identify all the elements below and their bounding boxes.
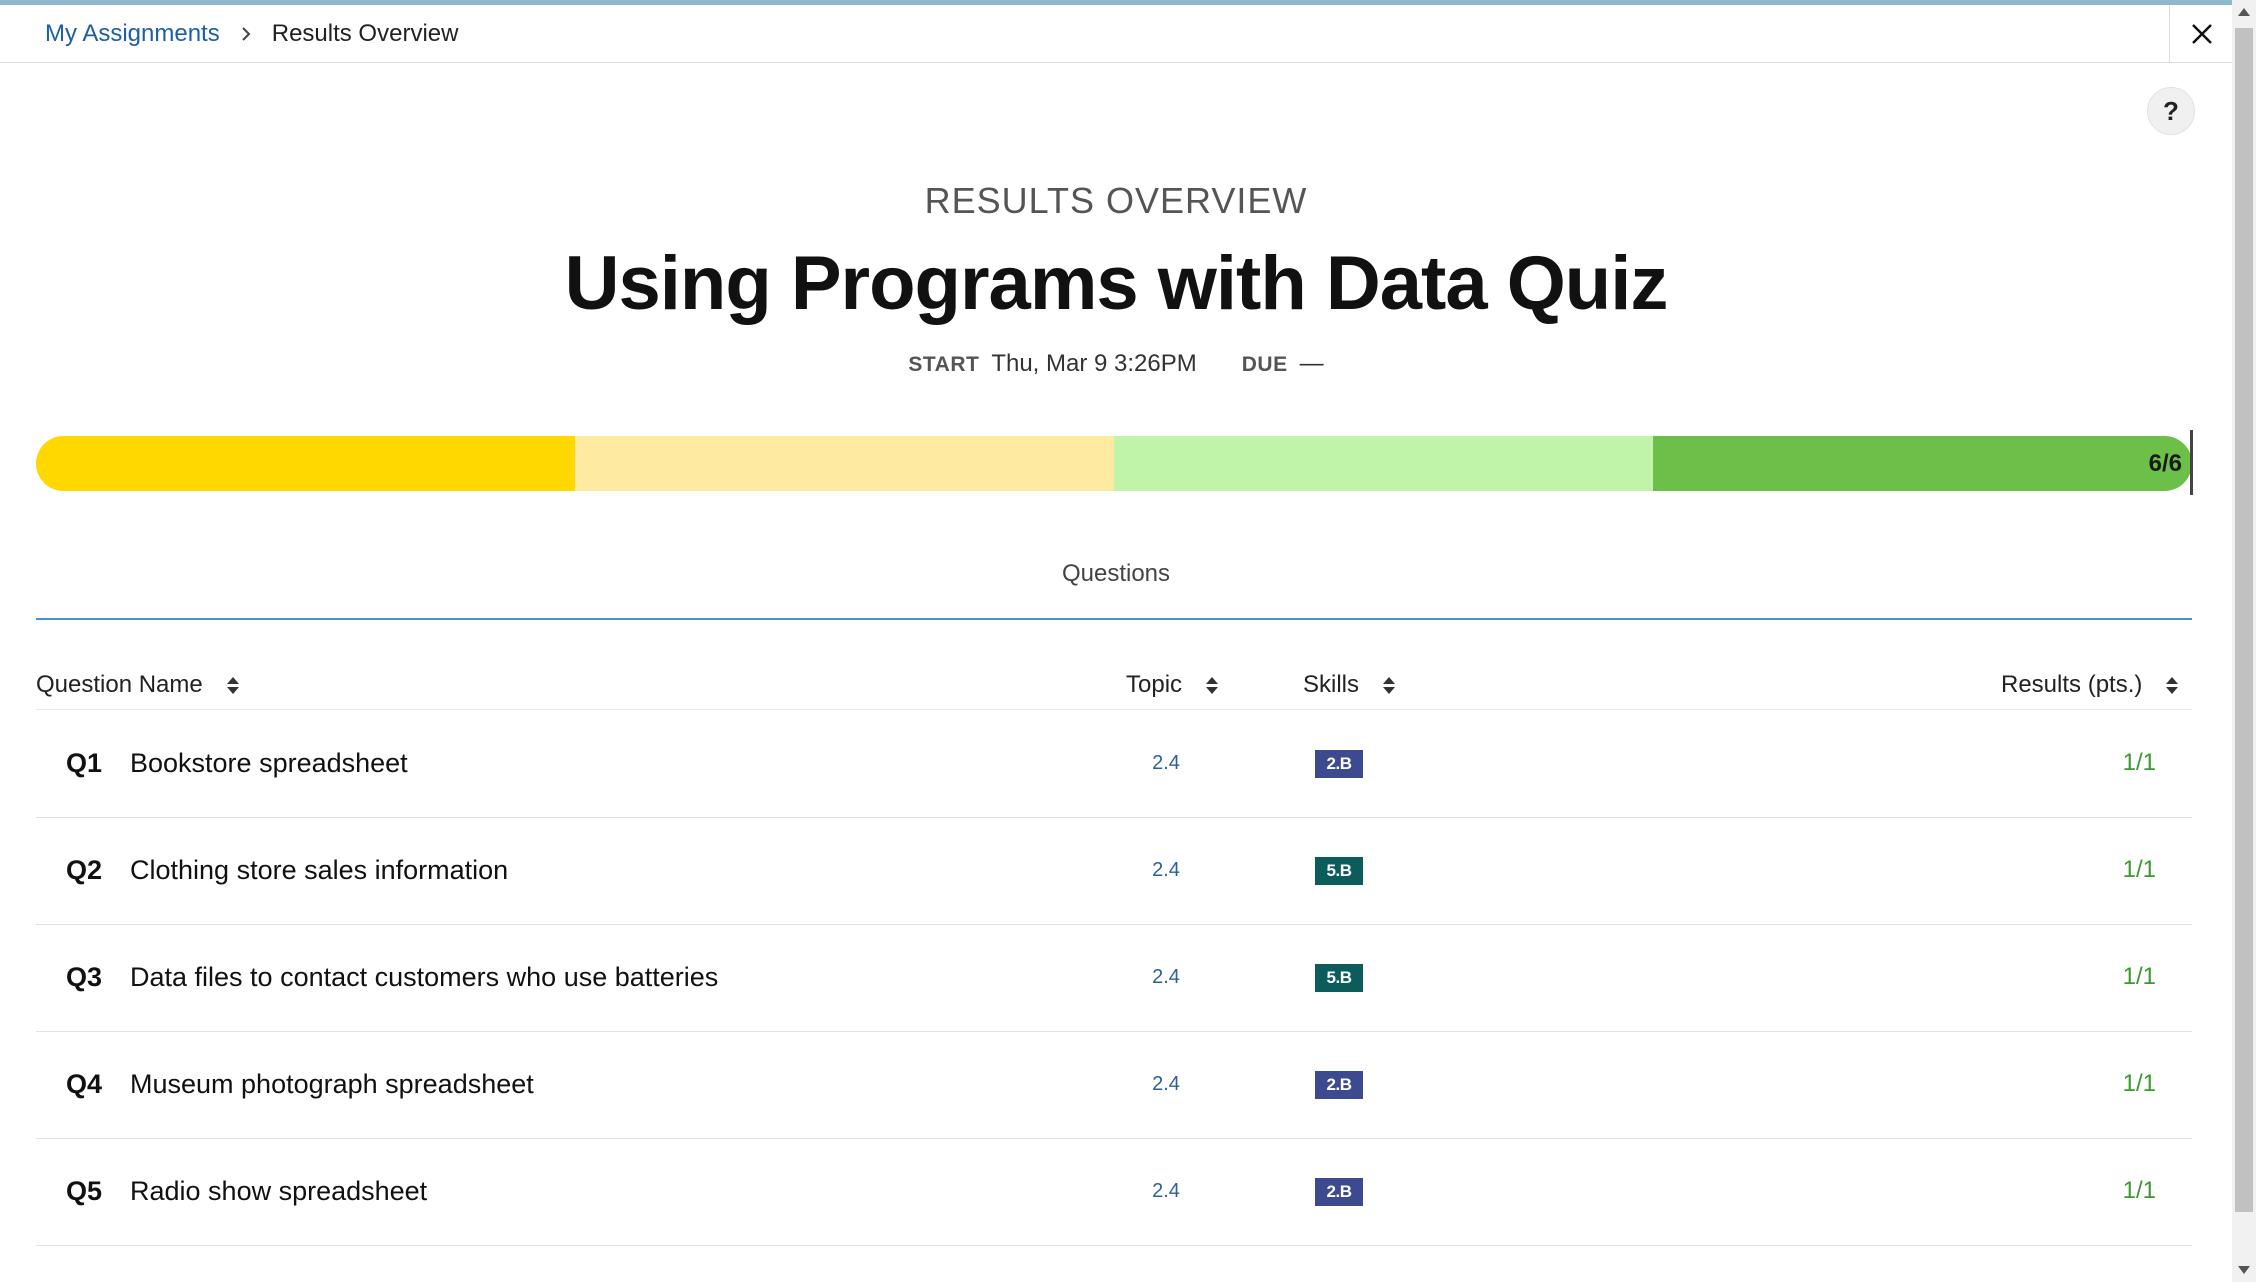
topic-link[interactable]: 2.4: [1136, 1031, 1196, 1137]
skill-badge[interactable]: 5.B: [1315, 857, 1363, 885]
result-score: 1/1: [2122, 963, 2156, 990]
question-name[interactable]: Museum photograph spreadsheet: [130, 1031, 534, 1137]
scroll-down-arrow-icon[interactable]: [2238, 1266, 2250, 1274]
column-header-results[interactable]: Results (pts.): [2001, 665, 2179, 705]
breadcrumb: My Assignments Results Overview: [45, 5, 458, 62]
question-name[interactable]: Clothing store sales information: [130, 817, 508, 923]
table-row[interactable]: Q4 Museum photograph spreadsheet 2.4 2.B…: [36, 1031, 2192, 1139]
score-progress-bar: [36, 436, 2192, 491]
table-row[interactable]: Q1 Bookstore spreadsheet 2.4 2.B 1/1: [36, 710, 2192, 818]
table-row[interactable]: Q5 Radio show spreadsheet 2.4 2.B 1/1: [36, 1138, 2192, 1246]
scrollbar-thumb[interactable]: [2235, 28, 2253, 1212]
breadcrumb-current: Results Overview: [271, 19, 459, 47]
result-score: 1/1: [2122, 856, 2156, 883]
sort-icon: [1206, 676, 1219, 694]
start-value: Thu, Mar 9 3:26PM: [991, 350, 1197, 377]
question-name[interactable]: Bookstore spreadsheet: [130, 710, 408, 816]
column-header-label: Results (pts.): [2001, 671, 2143, 698]
question-name[interactable]: Data files to contact customers who use …: [130, 924, 718, 1030]
progress-segment: [36, 436, 575, 491]
column-header-topic[interactable]: Topic: [1126, 665, 1219, 705]
progress-segment: [1114, 436, 1653, 491]
table-row[interactable]: Q3 Data files to contact customers who u…: [36, 924, 2192, 1032]
scroll-up-arrow-icon[interactable]: [2238, 8, 2250, 16]
page-title: Using Programs with Data Quiz: [564, 241, 1669, 326]
column-header-label: Skills: [1303, 671, 1360, 698]
vertical-scrollbar[interactable]: [2232, 0, 2256, 1282]
top-header: My Assignments Results Overview: [0, 5, 2232, 63]
start-label: START: [908, 353, 980, 376]
question-number: Q2: [66, 854, 103, 885]
sort-icon: [226, 676, 239, 694]
progress-score-label: 6/6: [2148, 449, 2182, 477]
question-name[interactable]: Radio show spreadsheet: [130, 1138, 427, 1244]
topic-link[interactable]: 2.4: [1136, 817, 1196, 923]
topic-link[interactable]: 2.4: [1136, 1138, 1196, 1244]
progress-segment: [575, 436, 1114, 491]
due-label: DUE: [1241, 353, 1288, 376]
column-header-label: Question Name: [36, 671, 203, 698]
sort-icon: [1383, 676, 1396, 694]
result-score: 1/1: [2122, 749, 2156, 776]
table-row[interactable]: Q2 Clothing store sales information 2.4 …: [36, 817, 2192, 925]
skill-badge[interactable]: 2.B: [1315, 750, 1363, 778]
chevron-right-icon: [220, 5, 272, 62]
breadcrumb-link-my-assignments[interactable]: My Assignments: [45, 20, 220, 48]
tab-underline: [36, 618, 2192, 620]
topic-link[interactable]: 2.4: [1136, 924, 1196, 1030]
skill-badge[interactable]: 2.B: [1315, 1071, 1363, 1099]
progress-marker: [2190, 430, 2193, 495]
close-icon: [2191, 23, 2212, 44]
close-button[interactable]: [2169, 5, 2233, 62]
results-overview-label: RESULTS OVERVIEW: [924, 180, 1308, 221]
help-button[interactable]: ?: [2147, 87, 2195, 135]
topic-link[interactable]: 2.4: [1136, 710, 1196, 816]
skill-badge[interactable]: 5.B: [1315, 964, 1363, 992]
column-header-question-name[interactable]: Question Name: [36, 665, 239, 705]
assignment-dates: START Thu, Mar 9 3:26PM DUE —: [0, 350, 2232, 378]
question-number: Q1: [66, 747, 103, 778]
question-number: Q5: [66, 1175, 103, 1206]
tab-questions[interactable]: Questions: [0, 560, 2232, 588]
question-number: Q4: [66, 1068, 103, 1099]
column-header-skills[interactable]: Skills: [1303, 665, 1396, 705]
skill-badge[interactable]: 2.B: [1315, 1178, 1363, 1206]
question-number: Q3: [66, 961, 103, 992]
sort-icon: [2166, 676, 2179, 694]
result-score: 1/1: [2122, 1177, 2156, 1204]
result-score: 1/1: [2122, 1070, 2156, 1097]
due-value: —: [1299, 350, 1324, 377]
column-header-label: Topic: [1126, 671, 1183, 698]
